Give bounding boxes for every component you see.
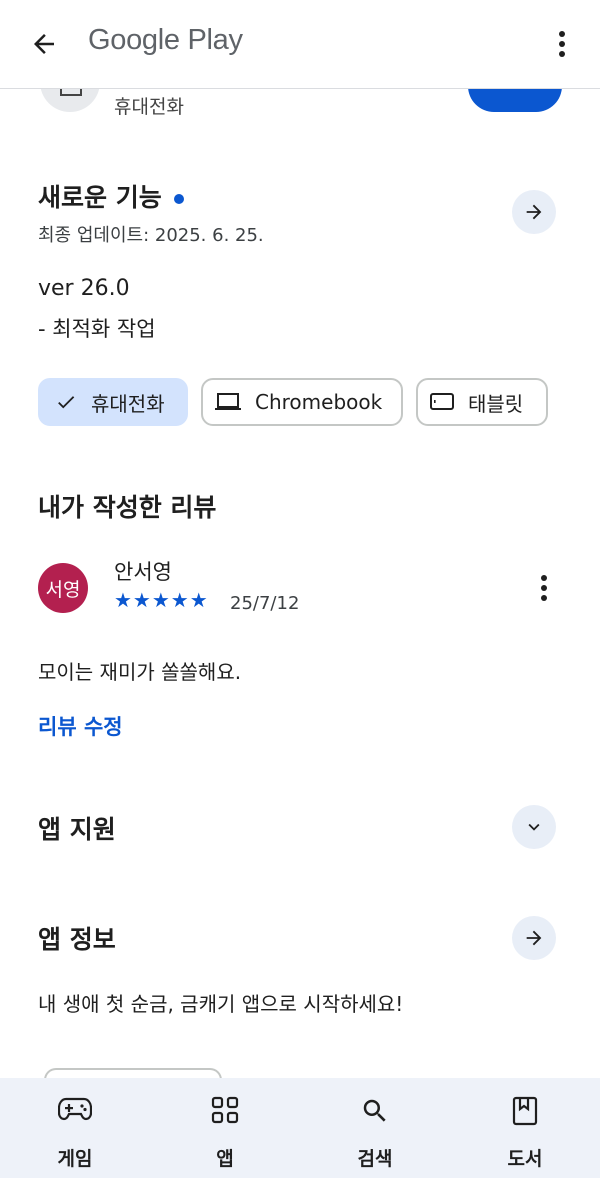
nav-books[interactable]: 도서 xyxy=(475,1078,575,1178)
about-app-description: 내 생애 첫 순금, 금캐기 앱으로 시작하세요! xyxy=(38,992,404,1016)
chip-label: 태블릿 xyxy=(468,391,524,416)
more-options-button[interactable] xyxy=(550,26,574,62)
whats-new-heading: 새로운 기능 xyxy=(38,178,184,214)
top-app-bar: Google Play xyxy=(0,0,600,89)
review-more-button[interactable] xyxy=(532,572,556,604)
reviewer-name: 안서영 xyxy=(114,560,172,584)
gamepad-icon xyxy=(57,1096,93,1126)
star-rating: ★★★★★ xyxy=(114,588,209,612)
nav-search[interactable]: 검색 xyxy=(325,1078,425,1178)
changes-text: - 최적화 작업 xyxy=(38,317,156,341)
whats-new-title: 새로운 기능 xyxy=(38,183,162,212)
book-icon xyxy=(512,1096,538,1130)
nav-label: 검색 xyxy=(357,1148,393,1170)
nav-games[interactable]: 게임 xyxy=(25,1078,125,1178)
chevron-down-icon xyxy=(528,823,540,831)
about-app-title: 앱 정보 xyxy=(38,925,116,954)
review-date: 25/7/12 xyxy=(230,593,300,614)
search-icon xyxy=(360,1096,390,1130)
laptop-icon xyxy=(215,391,241,413)
nav-label: 앱 xyxy=(216,1148,234,1170)
nav-label: 게임 xyxy=(57,1148,93,1170)
arrow-back-icon xyxy=(34,34,54,54)
version-text: ver 26.0 xyxy=(38,276,130,301)
last-updated: 최종 업데이트: 2025. 6. 25. xyxy=(38,225,264,246)
app-support-expand-button[interactable] xyxy=(512,805,556,849)
nav-label: 도서 xyxy=(507,1148,543,1170)
check-icon xyxy=(55,391,77,413)
chip-label: Chromebook xyxy=(255,390,383,414)
chip-chromebook[interactable]: Chromebook xyxy=(201,378,403,426)
app-bar-title: Google Play xyxy=(88,24,243,56)
arrow-forward-icon xyxy=(526,930,542,946)
chip-phone[interactable]: 휴대전화 xyxy=(38,378,188,426)
edit-review-link[interactable]: 리뷰 수정 xyxy=(38,711,123,741)
avatar: 서영 xyxy=(38,563,88,613)
nav-apps[interactable]: 앱 xyxy=(175,1078,275,1178)
chip-tablet[interactable]: 태블릿 xyxy=(416,378,548,426)
chip-label: 휴대전화 xyxy=(91,391,165,416)
more-vert-icon xyxy=(541,575,547,601)
apps-grid-icon xyxy=(211,1096,239,1128)
about-app-arrow-button[interactable] xyxy=(512,916,556,960)
arrow-forward-icon xyxy=(526,204,542,220)
tablet-icon xyxy=(430,392,454,412)
device-label: 휴대전화 xyxy=(114,96,184,118)
my-review-title: 내가 작성한 리뷰 xyxy=(38,493,217,522)
new-indicator-dot xyxy=(173,194,184,204)
more-vert-icon xyxy=(559,31,565,57)
app-support-title: 앱 지원 xyxy=(38,815,116,844)
whats-new-arrow-button[interactable] xyxy=(512,190,556,234)
back-button[interactable] xyxy=(24,26,64,62)
review-text: 모이는 재미가 쏠쏠해요. xyxy=(38,660,242,684)
